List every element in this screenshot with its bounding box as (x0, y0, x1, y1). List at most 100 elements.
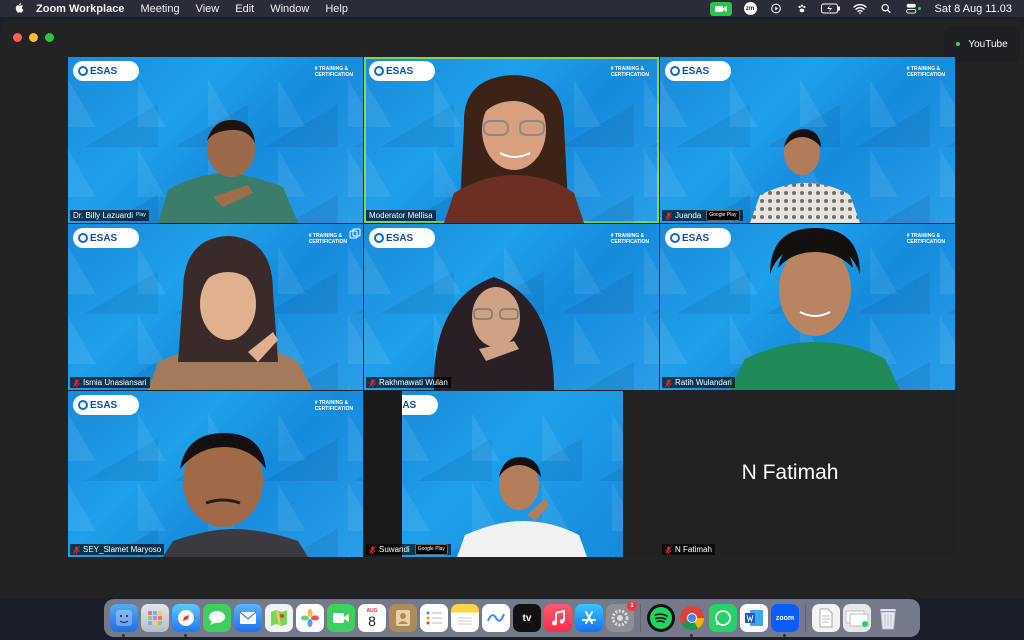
zoom-icon[interactable]: zoom (771, 604, 799, 637)
status-area: zm Sat 8 Aug 11.03 (709, 0, 1012, 17)
participant-video (444, 75, 584, 223)
participant-video (148, 236, 313, 390)
reminders-icon[interactable] (420, 604, 448, 632)
video-tile[interactable]: ESAS # TRAINING & CERTIFICATION Rakhmawat… (364, 224, 659, 390)
video-tile[interactable]: ESAS # TRAINING & CERTIFICATION Juanda Go… (660, 57, 955, 223)
zoom-window: YouTube ESAS # TRAINING & CERTIFICATION D… (0, 20, 1024, 598)
facetime-icon[interactable] (327, 604, 355, 632)
close-window-button[interactable] (13, 33, 22, 42)
zoom-camera-status-icon[interactable] (709, 1, 732, 16)
calendar-day: 8 (368, 612, 376, 629)
battery-charging-icon[interactable] (820, 3, 841, 14)
launchpad-icon[interactable] (141, 604, 169, 632)
messages-icon[interactable] (203, 604, 231, 632)
participant-name: SEY_Slamet Maryoso (83, 545, 162, 554)
swap-video-icon[interactable] (349, 228, 361, 240)
participant-name-badge: N Fatimah (662, 544, 715, 555)
apple-icon[interactable] (12, 2, 26, 16)
word-icon[interactable] (740, 604, 768, 632)
esas-logo-icon (78, 66, 88, 76)
participant-name-badge: Moderator Mellisa (366, 210, 436, 221)
minimize-window-button[interactable] (29, 33, 38, 42)
freeform-icon[interactable] (482, 604, 510, 632)
running-indicator (122, 634, 125, 637)
mic-muted-icon (665, 378, 672, 387)
participant-video (433, 277, 554, 390)
menu-meeting[interactable]: Meeting (140, 3, 179, 15)
logo-text: ESAS (386, 65, 414, 77)
participant-name-badge: SEY_Slamet Maryoso (70, 544, 165, 555)
music-icon[interactable] (544, 604, 572, 632)
participant-name: Dr. Billy Lazuardi (73, 211, 134, 220)
photos-icon[interactable] (296, 604, 324, 632)
participant-video (158, 119, 298, 223)
notification-badge: 1 (627, 601, 637, 611)
dock-separator (805, 604, 806, 632)
tag-line-2: CERTIFICATION (314, 72, 353, 78)
trash-icon[interactable] (874, 604, 902, 632)
spotify-icon[interactable] (647, 604, 675, 632)
menu-help[interactable]: Help (325, 3, 348, 15)
play-circle-icon[interactable] (769, 3, 783, 14)
clock[interactable]: Sat 8 Aug 11.03 (935, 3, 1012, 15)
tag-line-2: CERTIFICATION (610, 239, 649, 245)
participant-display-name: N Fatimah (741, 461, 839, 484)
youtube-label: YouTube (968, 38, 1008, 50)
mail-icon[interactable] (234, 604, 262, 632)
video-tile-video-off[interactable]: N Fatimah N Fatimah (624, 391, 956, 557)
downloads-stack-icon[interactable] (843, 604, 871, 632)
finder-icon[interactable] (110, 604, 138, 637)
fullscreen-window-button[interactable] (45, 33, 54, 42)
maps-icon[interactable] (265, 604, 293, 632)
logo-text: ESAS (402, 399, 417, 411)
participant-video (457, 457, 587, 557)
zoom-menu-extra-icon[interactable]: zm (743, 2, 757, 15)
name-suffix: Play (136, 212, 146, 218)
document-icon[interactable] (812, 604, 840, 632)
participant-name: Ratih Wulandari (675, 378, 732, 387)
video-tile[interactable]: ESAS # TRAINING & CERTIFICATION Ratih Wul… (660, 224, 955, 390)
dock: AUG 8 tv 1 zoom (104, 599, 920, 637)
logo-text: ESAS (682, 65, 710, 77)
video-tile[interactable]: ESAS # TRAINING & CERTIFICATION SEY_Slame… (68, 391, 363, 557)
app-store-icon[interactable] (575, 604, 603, 632)
chrome-icon[interactable] (678, 604, 706, 637)
esas-logo: ESAS (369, 228, 435, 248)
wifi-icon[interactable] (852, 3, 867, 14)
video-feed: ESAS # TRAINING &CERTIFICATION (402, 391, 623, 557)
esas-logo-icon (78, 233, 88, 243)
mic-muted-icon (665, 211, 672, 220)
menu-window[interactable]: Window (270, 3, 309, 15)
menu-app-name[interactable]: Zoom Workplace (36, 3, 124, 15)
video-tile-active-speaker[interactable]: ESAS # TRAINING & CERTIFICATION Moderator… (364, 57, 659, 223)
participant-video (750, 129, 860, 223)
esas-logo: ESAS (402, 395, 438, 415)
paw-icon[interactable] (795, 3, 809, 14)
menu-bar: Zoom Workplace Meeting View Edit Window … (0, 0, 1024, 17)
esas-logo-icon (374, 233, 384, 243)
running-indicator (184, 634, 187, 637)
participant-name-badge: Juanda Google Play (662, 210, 743, 221)
notes-icon[interactable] (451, 604, 479, 632)
whatsapp-icon[interactable] (709, 604, 737, 632)
system-settings-icon[interactable]: 1 (606, 601, 637, 632)
esas-logo: ESAS (73, 395, 139, 415)
search-icon[interactable] (879, 3, 893, 14)
video-tile[interactable]: ESAS # TRAINING & CERTIFICATION Dr. Billy… (68, 57, 363, 223)
training-tag: # TRAINING & CERTIFICATION (611, 233, 649, 245)
video-tile[interactable]: ESAS # TRAINING & CERTIFICATION Ismia Una… (68, 224, 363, 390)
logo-text: ESAS (90, 65, 118, 77)
participant-name-badge: Dr. Billy Lazuardi Play (70, 210, 149, 221)
control-center-icon[interactable] (905, 3, 923, 14)
mic-muted-icon (73, 378, 80, 387)
safari-icon[interactable] (172, 604, 200, 637)
apple-tv-icon[interactable]: tv (513, 604, 541, 632)
contacts-icon[interactable] (389, 604, 417, 632)
video-tile[interactable]: ESAS # TRAINING &CERTIFICATION Suwandi G… (364, 391, 659, 557)
menu-view[interactable]: View (196, 3, 220, 15)
training-tag: # TRAINING & CERTIFICATION (907, 66, 945, 78)
esas-logo: ESAS (665, 61, 731, 81)
running-indicator (690, 634, 693, 637)
calendar-icon[interactable]: AUG 8 (358, 604, 386, 632)
menu-edit[interactable]: Edit (235, 3, 254, 15)
